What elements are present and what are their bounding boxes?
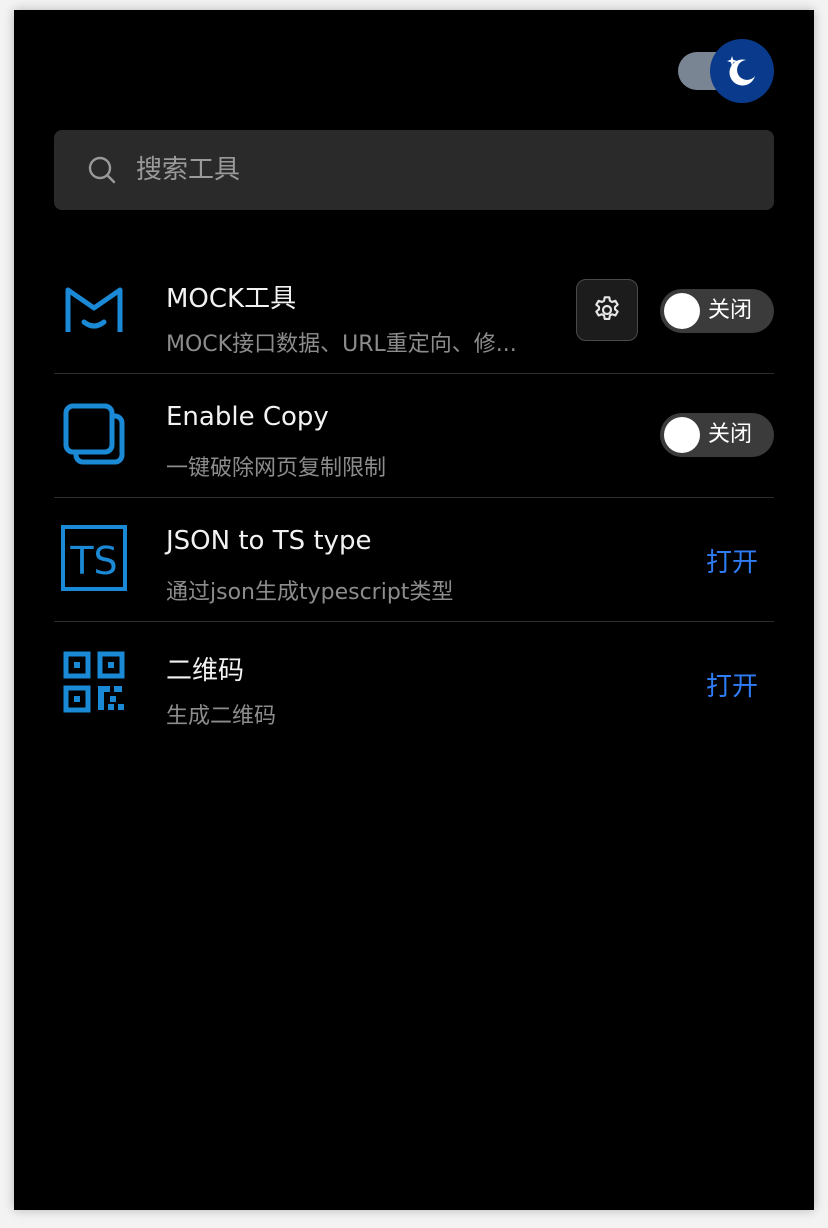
list-item: 二维码 生成二维码 打开 [54,622,774,745]
search-input[interactable] [136,130,736,210]
ts-icon: TS [61,525,127,591]
tool-list: MOCK工具 MOCK接口数据、URL重定向、修... 关闭 Enable Co… [54,250,774,745]
popup-panel: MOCK工具 MOCK接口数据、URL重定向、修... 关闭 Enable Co… [14,10,814,1210]
tool-title: JSON to TS type [166,526,372,556]
list-item: Enable Copy 一键破除网页复制限制 关闭 [54,374,774,498]
search-bar [54,130,774,210]
gear-icon [595,296,619,320]
switch-knob [664,293,700,329]
tool-description: 一键破除网页复制限制 [166,456,387,481]
switch-label: 关闭 [708,298,753,323]
open-button[interactable]: 打开 [706,666,758,703]
moon-icon [727,56,755,86]
list-item: TS JSON to TS type 通过json生成typescript类型 … [54,498,774,622]
tool-description: 通过json生成typescript类型 [166,580,454,605]
enable-copy-switch[interactable]: 关闭 [660,413,774,457]
theme-toggle[interactable] [678,39,774,103]
mock-logo-icon [65,287,123,332]
theme-toggle-knob [710,39,774,103]
tool-title: MOCK工具 [166,284,297,314]
switch-label: 关闭 [708,422,753,447]
settings-button[interactable] [576,279,638,341]
svg-text:TS: TS [69,539,117,583]
tool-title: Enable Copy [166,402,329,432]
tool-title: 二维码 [166,656,245,686]
copy-icon [63,403,125,465]
search-icon [88,156,116,184]
tool-description: 生成二维码 [166,704,277,729]
tool-description: MOCK接口数据、URL重定向、修... [166,332,517,357]
open-button[interactable]: 打开 [706,542,758,579]
qrcode-icon [63,651,125,713]
mock-enable-switch[interactable]: 关闭 [660,289,774,333]
list-item: MOCK工具 MOCK接口数据、URL重定向、修... 关闭 [54,250,774,374]
switch-knob [664,417,700,453]
